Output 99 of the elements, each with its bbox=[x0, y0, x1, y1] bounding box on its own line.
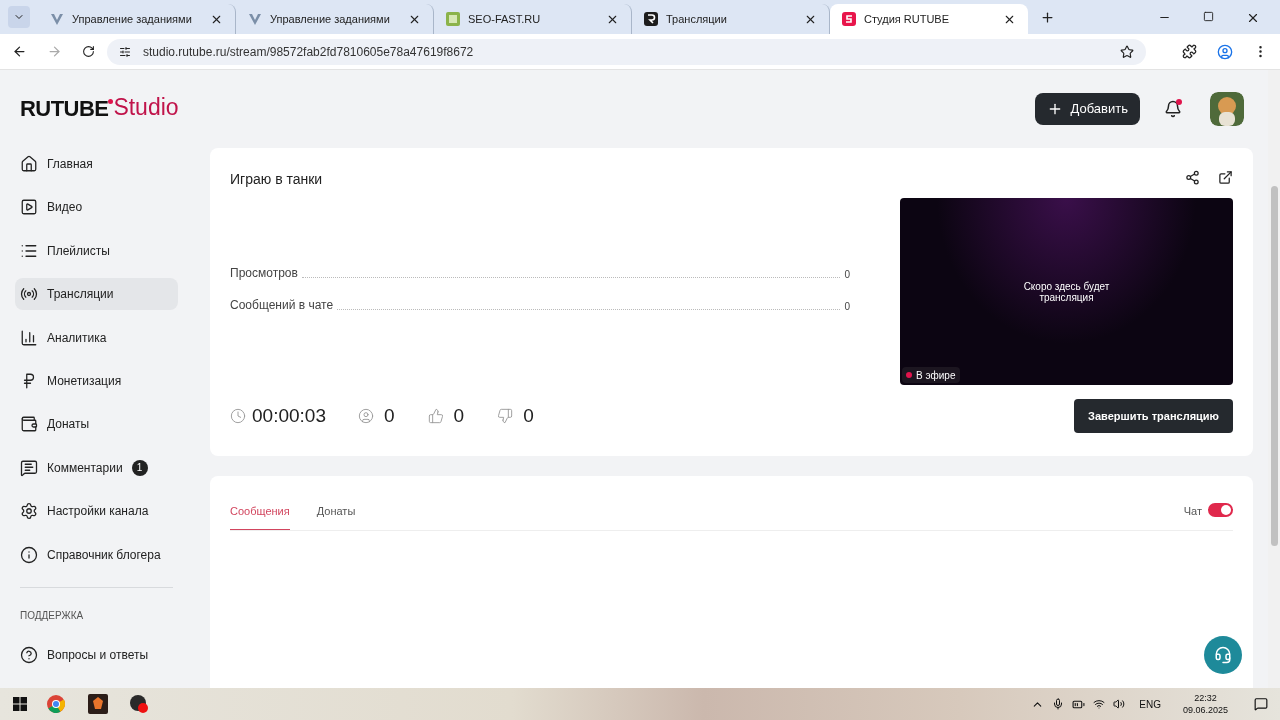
like-count: 0 bbox=[453, 403, 465, 428]
help-icon bbox=[20, 645, 38, 664]
sidebar-item[interactable]: Видео bbox=[15, 191, 178, 224]
sf-logo-icon bbox=[446, 12, 460, 26]
sidebar-item[interactable]: Аналитика bbox=[15, 321, 178, 354]
nav-icon bbox=[20, 415, 38, 434]
nav-icon bbox=[20, 458, 38, 477]
sidebar-item[interactable]: Монетизация bbox=[15, 364, 178, 397]
sidebar-item[interactable]: Вопросы и ответы bbox=[15, 638, 178, 671]
chat-toggle[interactable] bbox=[1208, 503, 1233, 517]
browser-app-icon[interactable] bbox=[47, 695, 65, 713]
live-status: В эфире bbox=[916, 368, 956, 383]
tab-title: Трансляции bbox=[666, 11, 728, 27]
profile-icon[interactable] bbox=[1217, 43, 1233, 60]
stat-value: 0 bbox=[844, 300, 850, 314]
sidebar-label: Монетизация bbox=[47, 372, 122, 390]
viewer-icon bbox=[357, 408, 374, 424]
sidebar-label: Справочник блогера bbox=[47, 546, 161, 564]
sidebar-label: Трансляции bbox=[47, 286, 114, 304]
clock[interactable]: 22:32 09.06.2025 bbox=[1182, 692, 1228, 716]
tab-list-button[interactable] bbox=[8, 6, 30, 28]
sidebar-item[interactable]: Донаты bbox=[15, 408, 178, 441]
v-logo-icon bbox=[248, 12, 262, 26]
stream-title: Играю в танки bbox=[230, 170, 324, 189]
stat-value: 0 bbox=[844, 268, 850, 282]
clock-time: 22:32 bbox=[1194, 692, 1217, 704]
extensions-icon[interactable] bbox=[1182, 44, 1197, 59]
scrollbar[interactable] bbox=[1268, 70, 1280, 688]
close-icon[interactable] bbox=[1246, 11, 1260, 25]
url-text: studio.rutube.ru/stream/98572fab2fd7810605e78a47619f8672 bbox=[143, 43, 475, 61]
address-field[interactable]: studio.rutube.ru/stream/98572fab2fd7810605e78a47619f8672 bbox=[107, 38, 1146, 65]
maximize-icon[interactable] bbox=[1203, 11, 1214, 22]
sidebar-item[interactable]: Главная bbox=[15, 148, 178, 180]
tab-title: Управление заданиями bbox=[72, 11, 193, 27]
clock-icon bbox=[230, 408, 246, 424]
sidebar-label: Комментарии bbox=[47, 459, 123, 477]
logo-product: Studio bbox=[113, 96, 179, 119]
share-icon[interactable] bbox=[1185, 170, 1200, 185]
add-button[interactable]: Добавить bbox=[1034, 93, 1140, 125]
back-icon[interactable] bbox=[12, 44, 27, 59]
chat-tab[interactable]: Сообщения bbox=[230, 503, 290, 530]
logo-brand: RUTUBE bbox=[20, 98, 109, 120]
bell-icon bbox=[1164, 100, 1182, 118]
language-indicator[interactable]: ENG bbox=[1139, 696, 1161, 712]
thumbs-up-icon bbox=[427, 408, 444, 424]
microphone-icon[interactable] bbox=[1052, 698, 1065, 710]
sidebar-label: Видео bbox=[47, 199, 83, 217]
volume-icon[interactable] bbox=[1113, 698, 1126, 710]
avatar[interactable] bbox=[1210, 92, 1244, 126]
tab-title: Студия RUTUBE bbox=[864, 11, 951, 27]
app-icon[interactable] bbox=[88, 694, 108, 714]
nav-icon bbox=[20, 328, 38, 347]
count-badge: 1 bbox=[131, 459, 148, 476]
nav-icon bbox=[20, 155, 38, 173]
chat-tab[interactable]: Донаты bbox=[316, 503, 356, 530]
tab-title: SEO-FAST.RU bbox=[468, 11, 542, 27]
viewer-count: 0 bbox=[383, 403, 395, 428]
site-settings-icon[interactable] bbox=[119, 45, 131, 58]
preview-message: Скоро здесь будет трансляция bbox=[1022, 280, 1111, 303]
sidebar-label: Плейлисты bbox=[47, 242, 110, 260]
sidebar-label: Настройки канала bbox=[47, 503, 149, 521]
end-stream-button[interactable]: Завершить трансляцию bbox=[1074, 399, 1233, 433]
external-link-icon[interactable] bbox=[1218, 170, 1233, 185]
sidebar-label: Главная bbox=[47, 156, 93, 173]
reload-icon[interactable] bbox=[82, 45, 95, 58]
wifi-icon[interactable] bbox=[1093, 698, 1106, 710]
s-logo-icon bbox=[842, 12, 856, 26]
sidebar-item[interactable]: Плейлисты bbox=[15, 234, 178, 267]
sidebar-item[interactable]: Трансляции bbox=[15, 278, 178, 311]
bookmark-icon[interactable] bbox=[1120, 44, 1134, 59]
dislike-count: 0 bbox=[523, 403, 534, 428]
notifications-icon[interactable] bbox=[1254, 697, 1268, 711]
clock-date: 09.06.2025 bbox=[1182, 704, 1228, 716]
nav-icon bbox=[20, 198, 38, 217]
stat-label: Просмотров bbox=[230, 265, 298, 282]
rutube-studio-logo[interactable]: RUTUBE Studio bbox=[20, 98, 179, 120]
sidebar-item[interactable]: Комментарии 1 bbox=[15, 451, 178, 484]
sidebar-label: Аналитика bbox=[47, 329, 107, 347]
stream-preview[interactable]: Скоро здесь будет трансляция В эфире bbox=[900, 198, 1233, 385]
recorder-app-icon[interactable] bbox=[129, 694, 149, 714]
sidebar-item[interactable]: Настройки канала bbox=[15, 495, 178, 528]
sidebar-label: Донаты bbox=[47, 416, 90, 434]
stat-label: Сообщений в чате bbox=[230, 297, 334, 314]
notifications-button[interactable] bbox=[1164, 100, 1182, 118]
headset-icon bbox=[1214, 646, 1232, 664]
thumbs-down-icon bbox=[497, 408, 514, 424]
windows-start-icon[interactable] bbox=[13, 697, 27, 711]
browser-tab[interactable]: Студия RUTUBE bbox=[830, 4, 1028, 34]
r-logo-icon bbox=[644, 12, 658, 26]
nav-icon bbox=[20, 502, 38, 521]
toggle-label: Чат bbox=[1183, 504, 1202, 519]
v-logo-icon bbox=[50, 12, 64, 26]
section-title: ПОДДЕРЖКА bbox=[19, 608, 85, 623]
sidebar-item[interactable]: Справочник блогера bbox=[15, 538, 178, 571]
sidebar-label: Вопросы и ответы bbox=[47, 646, 149, 664]
nav-icon bbox=[20, 545, 38, 564]
stream-duration: 00:00:03 bbox=[252, 403, 326, 428]
tab-title: Управление заданиями bbox=[270, 11, 391, 27]
new-tab-icon[interactable] bbox=[1040, 10, 1055, 25]
